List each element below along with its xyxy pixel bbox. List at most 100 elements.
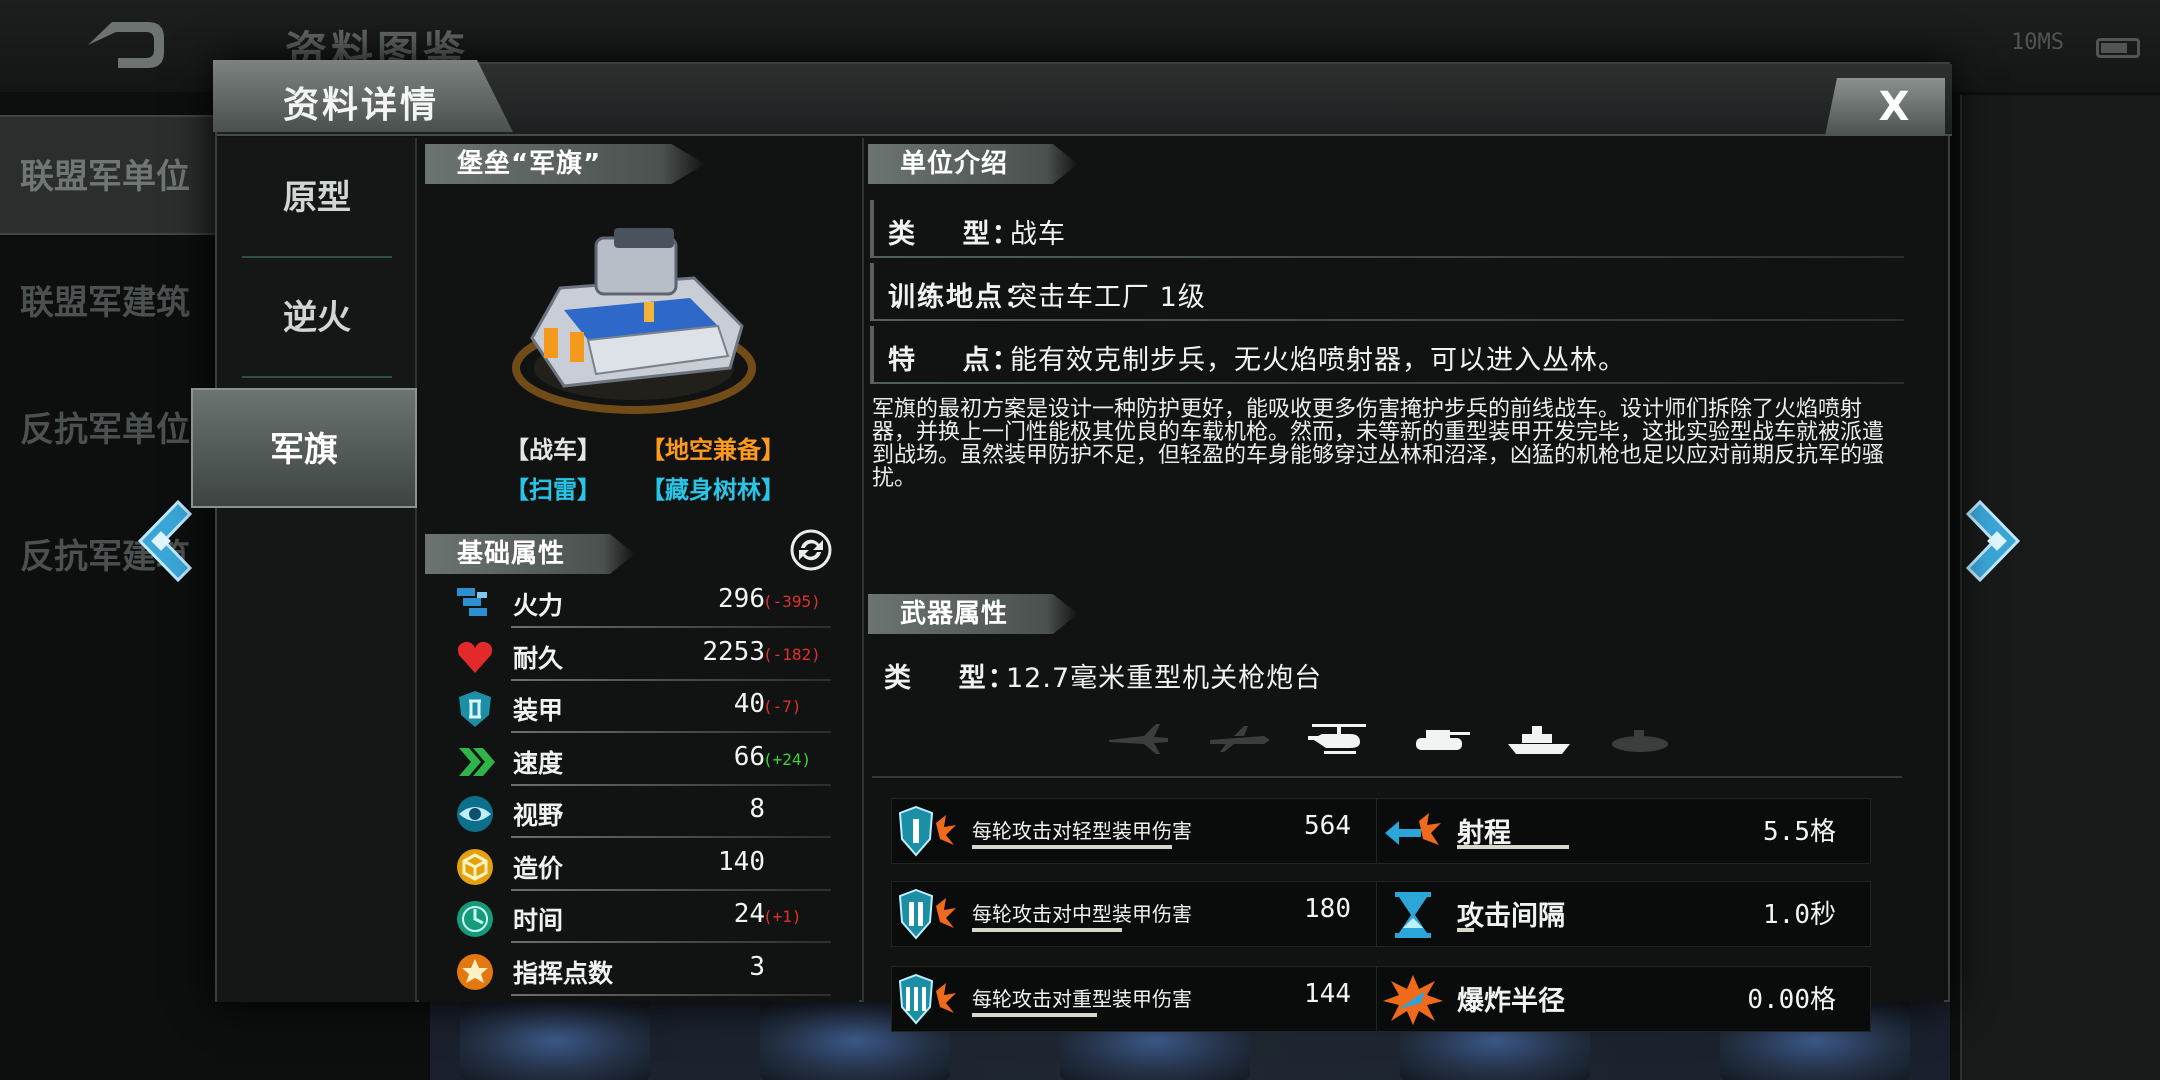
shield-icon (455, 689, 495, 729)
stat-delta: (-7) (763, 697, 802, 716)
info-value: 突击车工厂 1级 (1010, 282, 1206, 313)
divider (511, 678, 831, 681)
unit-tag-forest-stealth: 【藏身树林】 (641, 476, 785, 504)
heart-icon (455, 637, 495, 677)
stat-delta: (+24) (763, 749, 812, 769)
clock-icon (455, 899, 495, 939)
plane-icon (1210, 726, 1270, 752)
weapon-stat-value: 144 (1304, 979, 1351, 1009)
unit-variant-tabs: 原型 逆火 军旗 (191, 138, 417, 1002)
training-location-row: 训练地点： 突击车工厂 1级 (870, 263, 1904, 321)
sidebar-item-alliance-units[interactable]: 联盟军单位 (0, 115, 215, 235)
stat-row: 耐久 2253 (-182) (445, 631, 845, 683)
unit-features-row: 特 点： 能有效克制步兵，无火焰喷射器，可以进入丛林。 (870, 326, 1904, 384)
weapon-stat-bar (972, 928, 1122, 932)
weapon-stat-value: 1.0秒 (1763, 900, 1836, 930)
ship-icon (1508, 726, 1570, 754)
tab-label: 军旗 (270, 430, 338, 470)
info-value: 12.7毫米重型机关枪炮台 (1006, 663, 1323, 694)
light-armor-icon (896, 805, 960, 859)
weapon-stat-label: 爆炸半径 (1457, 986, 1565, 1017)
unit-overview-panel: 堡垒“军旗” 【战车】 【地空兼备】 【扫雷】 【藏身树林】 基础属性 火力 29… (419, 138, 859, 1002)
target-types (1104, 718, 1704, 760)
submarine-icon (1612, 730, 1668, 752)
divider (874, 319, 1904, 321)
helicopter-icon (1308, 724, 1366, 754)
unit-name: 堡垒“军旗” (425, 144, 705, 184)
info-key: 类 型： (884, 663, 1017, 694)
divider (511, 888, 831, 891)
next-unit-arrow-icon[interactable] (1960, 498, 2030, 584)
stat-delta: (+1) (763, 907, 802, 926)
stat-value: 296 (718, 584, 765, 614)
stat-label: 视野 (513, 801, 564, 830)
weapon-stat-bar (972, 1013, 1097, 1017)
close-icon: X (1878, 84, 1910, 130)
stat-value: 3 (749, 951, 765, 982)
sidebar-item-alliance-buildings[interactable]: 联盟军建筑 (0, 243, 215, 363)
stat-value: 8 (749, 794, 765, 824)
weapon-stat-label: 每轮攻击对重型装甲伤害 (972, 987, 1192, 1011)
unit-description: 军旗的最初方案是设计一种防护更好，能吸收更多伤害掩护步兵的前线战车。设计师们拆除… (872, 397, 1885, 491)
previous-unit-arrow-icon[interactable] (128, 498, 198, 584)
jet-icon (1109, 724, 1168, 754)
info-value: 能有效克制步兵，无火焰喷射器，可以进入丛林。 (1010, 345, 1626, 376)
divider (511, 993, 831, 996)
explosion-icon (1381, 973, 1445, 1027)
firepower-icon (455, 584, 495, 624)
unit-detail-modal: 资料详情 X 原型 逆火 军旗 堡垒“军旗” 【战车】 【地空兼备】 【扫雷】 … (191, 60, 1952, 1032)
hourglass-icon (1381, 888, 1445, 942)
weapon-stat-card: 爆炸半径 0.00格 (1376, 966, 1871, 1032)
weapon-stat-card: 每轮攻击对中型装甲伤害 180 (891, 881, 1386, 947)
unit-intro-header: 单位介绍 (868, 144, 1078, 184)
stat-label: 装甲 (513, 696, 564, 725)
divider (874, 382, 1904, 384)
info-key: 类 型： (888, 219, 1021, 250)
stat-row: 速度 66 (+24) (445, 736, 845, 788)
medium-armor-icon (896, 888, 960, 942)
unit-tag-vehicle: 【战车】 (505, 436, 601, 464)
stat-label: 时间 (513, 906, 564, 935)
tab-banner[interactable]: 军旗 (191, 388, 417, 508)
speed-chevron-icon (455, 742, 495, 782)
weapon-stat-value: 5.5格 (1763, 817, 1836, 847)
stat-row: 火力 296 (-395) (445, 578, 845, 630)
stat-row: 造价 140 (445, 841, 845, 893)
weapon-stat-card: 每轮攻击对轻型装甲伤害 564 (891, 798, 1386, 864)
weapon-stat-label: 每轮攻击对中型装甲伤害 (972, 902, 1192, 926)
refresh-compare-icon[interactable] (789, 528, 833, 572)
star-command-icon (455, 952, 495, 992)
unit-type-row: 类 型： 战车 (870, 200, 1904, 258)
weapon-stat-value: 564 (1304, 811, 1351, 841)
stat-row: 装甲 40 (-7) (445, 683, 845, 735)
tank-icon (1416, 730, 1470, 750)
divider (511, 836, 831, 838)
tab-label: 逆火 (283, 298, 351, 338)
eye-icon (455, 794, 495, 834)
sidebar-item-rebel-units[interactable]: 反抗军单位 (0, 370, 215, 490)
latency-indicator: 10MS (2011, 30, 2064, 55)
category-sidebar: 联盟军单位 联盟军建筑 反抗军单位 反抗军建筑 (0, 115, 215, 1080)
weapon-stat-card: 射程 5.5格 (1376, 798, 1871, 864)
close-button[interactable]: X (1825, 78, 1945, 136)
modal-header: 资料详情 X (213, 60, 1952, 136)
range-icon (1381, 805, 1445, 859)
divider (511, 731, 831, 733)
info-value: 战车 (1010, 219, 1066, 250)
stat-delta: (-182) (763, 644, 821, 664)
heavy-armor-icon (896, 973, 960, 1027)
back-icon[interactable] (78, 14, 168, 76)
unit-tag-anti-air-ground: 【地空兼备】 (641, 436, 785, 464)
stat-value: 2253 (702, 636, 765, 667)
stat-row: 时间 24 (+1) (445, 893, 845, 945)
divider (511, 941, 831, 943)
base-stats-header: 基础属性 (425, 534, 635, 574)
stat-delta: (-395) (763, 592, 821, 611)
weapon-stat-label: 每轮攻击对轻型装甲伤害 (972, 819, 1192, 843)
stat-row: 指挥点数 3 (445, 946, 845, 998)
weapon-stat-bar (1457, 928, 1474, 932)
tab-backfire[interactable]: 逆火 (217, 258, 417, 378)
tab-prototype[interactable]: 原型 (217, 138, 417, 258)
unit-thumbnail[interactable] (460, 1000, 650, 1080)
stat-label: 造价 (513, 853, 564, 883)
